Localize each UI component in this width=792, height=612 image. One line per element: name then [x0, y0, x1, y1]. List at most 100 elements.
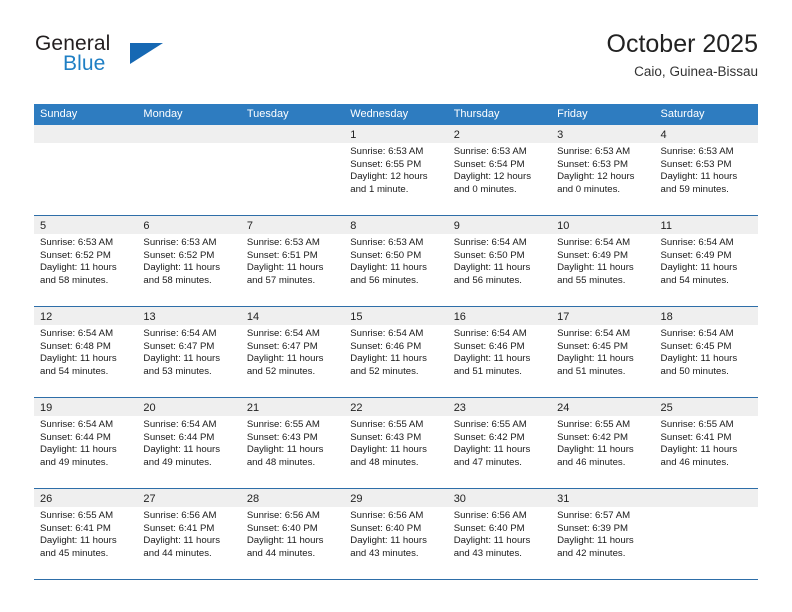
day-detail-line: Sunrise: 6:56 AM [350, 510, 424, 521]
calendar-day-cell[interactable]: 19 Sunrise: 6:54 AM Sunset: 6:44 PM Dayligh… [34, 398, 138, 488]
page-title: October 2025 [606, 30, 759, 58]
day-detail-line: and 0 minutes. [453, 183, 517, 195]
day-detail-line: Sunset: 6:52 PM [143, 249, 215, 261]
day-number: 20 [143, 402, 156, 414]
calendar-day-cell[interactable]: 3 Sunrise: 6:53 AM Sunset: 6:53 PM Daylight… [551, 125, 655, 215]
day-details: Sunrise: 6:54 AM Sunset: 6:45 PM Daylight:… [655, 325, 758, 378]
day-detail-line: Sunrise: 6:54 AM [350, 328, 424, 339]
calendar-day-cell[interactable]: 9 Sunrise: 6:54 AM Sunset: 6:50 PM Daylight… [447, 216, 552, 306]
day-detail-line: Sunset: 6:50 PM [453, 249, 525, 261]
day-detail-line: Daylight: 11 hours [350, 444, 427, 456]
day-number: 7 [246, 220, 253, 232]
day-detail-line: Sunrise: 6:55 AM [350, 419, 424, 430]
day-detail-line: Sunrise: 6:53 AM [350, 237, 424, 248]
day-number-header: 15 [344, 307, 448, 325]
day-detail-line: and 51 minutes. [453, 365, 522, 377]
calendar-day-cell[interactable]: 12 Sunrise: 6:54 AM Sunset: 6:48 PM Dayligh… [34, 307, 138, 397]
calendar-day-cell[interactable]: 5 Sunrise: 6:53 AM Sunset: 6:52 PM Daylight… [34, 216, 138, 306]
day-detail-line: Daylight: 11 hours [246, 262, 324, 274]
day-number-header: 27 [137, 489, 241, 507]
day-detail-line: Sunrise: 6:53 AM [557, 146, 631, 157]
day-detail-line: and 46 minutes. [660, 456, 729, 468]
day-number-header: 16 [447, 307, 552, 325]
calendar-day-cell[interactable]: 11 Sunrise: 6:54 AM Sunset: 6:49 PM Dayligh… [654, 216, 758, 306]
day-number-header [240, 125, 345, 143]
day-detail-line: Sunset: 6:41 PM [40, 522, 111, 534]
day-detail-line: Sunrise: 6:54 AM [40, 328, 114, 339]
calendar-day-cell[interactable]: 22 Sunrise: 6:55 AM Sunset: 6:43 PM Dayligh… [344, 398, 448, 488]
calendar-day-cell[interactable]: 15 Sunrise: 6:54 AM Sunset: 6:46 PM Dayligh… [344, 307, 448, 397]
day-number-header: 17 [551, 307, 655, 325]
day-details: Sunrise: 6:54 AM Sunset: 6:44 PM Daylight:… [137, 416, 240, 469]
day-details [137, 143, 240, 146]
day-detail-line: Daylight: 12 hours [350, 171, 428, 183]
day-number-header: 14 [240, 307, 345, 325]
calendar-day-cell[interactable]: 6 Sunrise: 6:53 AM Sunset: 6:52 PM Daylight… [137, 216, 241, 306]
day-number-header: 6 [137, 216, 241, 234]
calendar-grid: Sunday Monday Tuesday Wednesday Thursday… [34, 104, 758, 580]
calendar-day-cell[interactable]: 4 Sunrise: 6:53 AM Sunset: 6:53 PM Daylight… [654, 125, 758, 215]
day-details: Sunrise: 6:54 AM Sunset: 6:48 PM Daylight:… [34, 325, 137, 378]
day-detail-line: Sunrise: 6:53 AM [660, 146, 734, 157]
day-number: 13 [143, 311, 156, 323]
calendar-day-cell[interactable]: 18 Sunrise: 6:54 AM Sunset: 6:45 PM Dayligh… [654, 307, 758, 397]
calendar-day-cell[interactable]: 14 Sunrise: 6:54 AM Sunset: 6:47 PM Dayligh… [240, 307, 345, 397]
day-detail-line: and 55 minutes. [557, 274, 626, 286]
calendar-day-cell[interactable]: 29 Sunrise: 6:56 AM Sunset: 6:40 PM Dayligh… [344, 489, 448, 579]
day-number: 6 [143, 220, 150, 232]
day-detail-line: Sunrise: 6:55 AM [246, 419, 320, 430]
calendar-day-cell[interactable]: 24 Sunrise: 6:55 AM Sunset: 6:42 PM Dayligh… [551, 398, 655, 488]
day-detail-line: and 44 minutes. [143, 547, 212, 559]
calendar-day-cell[interactable]: 8 Sunrise: 6:53 AM Sunset: 6:50 PM Daylight… [344, 216, 448, 306]
calendar-day-cell[interactable]: 28 Sunrise: 6:56 AM Sunset: 6:40 PM Dayligh… [240, 489, 345, 579]
day-detail-line: Sunset: 6:47 PM [246, 340, 318, 352]
calendar-day-cell[interactable]: 20 Sunrise: 6:54 AM Sunset: 6:44 PM Dayligh… [137, 398, 241, 488]
calendar-day-cell[interactable]: 27 Sunrise: 6:56 AM Sunset: 6:41 PM Dayligh… [137, 489, 241, 579]
day-details: Sunrise: 6:53 AM Sunset: 6:54 PM Daylight:… [448, 143, 551, 196]
day-detail-line: Sunrise: 6:54 AM [453, 328, 527, 339]
day-detail-line: and 52 minutes. [246, 365, 316, 377]
calendar-cell-empty [137, 125, 241, 215]
day-number: 11 [660, 220, 672, 232]
day-number-header [654, 489, 758, 507]
day-detail-line: Sunrise: 6:54 AM [453, 237, 527, 248]
calendar-day-cell[interactable]: 23 Sunrise: 6:55 AM Sunset: 6:42 PM Dayligh… [447, 398, 552, 488]
calendar-day-cell[interactable]: 31 Sunrise: 6:57 AM Sunset: 6:39 PM Dayligh… [551, 489, 655, 579]
general-blue-logo[interactable]: General Blue [34, 32, 224, 90]
day-details: Sunrise: 6:55 AM Sunset: 6:43 PM Daylight:… [344, 416, 447, 469]
calendar-day-cell[interactable]: 16 Sunrise: 6:54 AM Sunset: 6:46 PM Dayligh… [447, 307, 552, 397]
day-detail-line: and 58 minutes. [40, 274, 109, 286]
day-detail-line: Sunset: 6:44 PM [143, 431, 215, 443]
calendar-day-cell[interactable]: 13 Sunrise: 6:54 AM Sunset: 6:47 PM Dayligh… [137, 307, 241, 397]
calendar-day-cell[interactable]: 21 Sunrise: 6:55 AM Sunset: 6:43 PM Dayligh… [240, 398, 345, 488]
day-detail-line: Sunset: 6:45 PM [660, 340, 732, 352]
day-detail-line: Sunset: 6:47 PM [143, 340, 215, 352]
day-detail-line: Sunset: 6:40 PM [350, 522, 422, 534]
day-detail-line: Sunset: 6:54 PM [453, 158, 525, 170]
day-number: 31 [557, 493, 570, 505]
day-details: Sunrise: 6:53 AM Sunset: 6:52 PM Daylight:… [137, 234, 240, 287]
day-detail-line: Daylight: 11 hours [246, 535, 324, 547]
day-detail-line: and 49 minutes. [143, 456, 212, 468]
day-detail-line: Sunset: 6:51 PM [246, 249, 318, 261]
calendar-day-cell[interactable]: 17 Sunrise: 6:54 AM Sunset: 6:45 PM Dayligh… [551, 307, 655, 397]
day-number: 28 [246, 493, 260, 505]
day-details: Sunrise: 6:56 AM Sunset: 6:40 PM Daylight:… [344, 507, 447, 560]
day-number-header: 30 [447, 489, 552, 507]
day-detail-line: Sunset: 6:41 PM [143, 522, 215, 534]
day-detail-line: Sunset: 6:45 PM [557, 340, 629, 352]
calendar-day-cell[interactable]: 25 Sunrise: 6:55 AM Sunset: 6:41 PM Dayligh… [654, 398, 758, 488]
day-number-header: 3 [551, 125, 655, 143]
calendar-day-cell[interactable]: 7 Sunrise: 6:53 AM Sunset: 6:51 PM Daylight… [240, 216, 345, 306]
page-header: General Blue October 2025 Caio, Guinea-B… [34, 28, 758, 96]
calendar-day-cell[interactable]: 10 Sunrise: 6:54 AM Sunset: 6:49 PM Dayligh… [551, 216, 655, 306]
calendar-day-cell[interactable]: 1 Sunrise: 6:53 AM Sunset: 6:55 PM Daylight… [344, 125, 448, 215]
calendar-day-cell[interactable]: 2 Sunrise: 6:53 AM Sunset: 6:54 PM Daylight… [447, 125, 552, 215]
weekday-saturday: Saturday [660, 108, 705, 120]
day-number-header: 12 [34, 307, 138, 325]
day-detail-line: Sunrise: 6:57 AM [557, 510, 631, 521]
calendar-day-cell[interactable]: 26 Sunrise: 6:55 AM Sunset: 6:41 PM Dayligh… [34, 489, 138, 579]
calendar-day-cell[interactable]: 30 Sunrise: 6:56 AM Sunset: 6:40 PM Dayligh… [447, 489, 552, 579]
weekday-thursday: Thursday [453, 108, 500, 120]
day-number: 21 [246, 402, 260, 414]
